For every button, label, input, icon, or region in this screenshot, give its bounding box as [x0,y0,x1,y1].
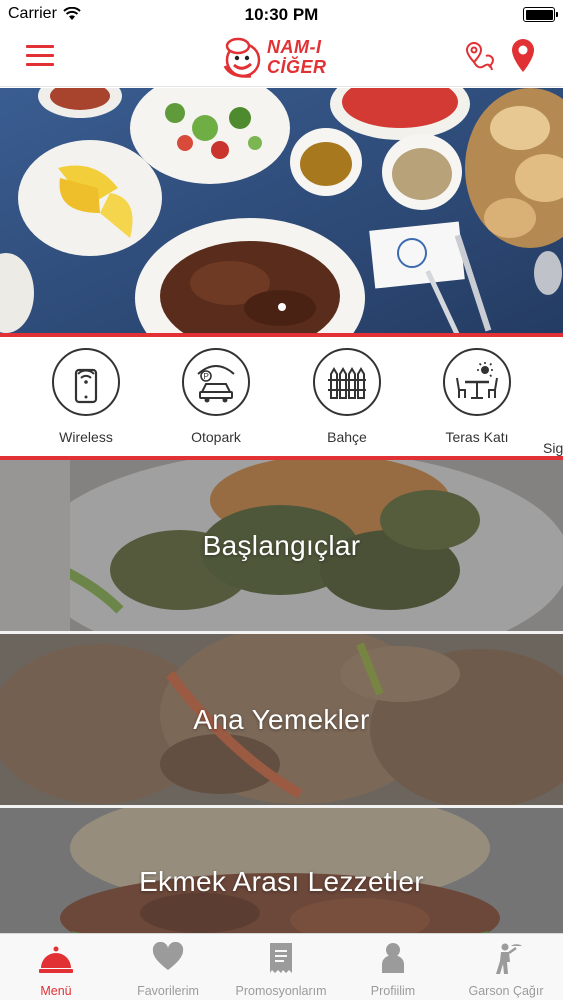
amenity-label: Sig [543,440,563,456]
amenity-terrace: Teras Katı [412,348,542,445]
route-location-icon[interactable] [464,40,496,76]
amenity-label: Teras Katı [445,429,509,445]
hamburger-menu-icon[interactable] [26,44,56,66]
hero-food-image [0,88,563,333]
tab-profile[interactable]: Profiilim [337,934,449,1000]
amenity-wireless: Wireless [21,348,151,445]
brand-logo: NAM-I CİĞER [221,34,343,82]
brand-line-1: NAM-I [267,37,322,57]
amenity-label: Otopark [191,429,241,445]
amenity-garden: Bahçe [282,348,412,445]
chef-mascot-icon [223,37,261,78]
category-title: Ekmek Arası Lezzetler [139,866,424,897]
tab-promotions[interactable]: Promosyonlarım [225,934,337,1000]
category-card-baslangiclar[interactable]: Başlangıçlar [0,460,563,631]
amenity-partial: Sig [543,348,563,456]
amenity-label: Bahçe [327,429,367,445]
hero-slider[interactable] [0,88,563,333]
category-title: Ana Yemekler [193,703,370,735]
tab-menu[interactable]: Menü [0,934,112,1000]
svg-text:P: P [204,372,209,381]
status-time: 10:30 PM [244,5,319,24]
garden-fence-icon [313,348,381,416]
battery-icon [523,7,558,22]
amenity-parking: P Otopark [151,348,281,445]
heart-icon [152,942,184,970]
tab-label: Profiilim [370,984,416,998]
slider-dots [0,303,563,311]
receipt-icon [270,943,292,973]
tab-label: Menü [40,984,72,998]
status-bar: Carrier 10:30 PM [0,0,563,30]
amenity-label: Wireless [59,429,113,445]
brand-text: NAM-I CİĞER [267,37,327,77]
slider-dot[interactable] [277,303,286,311]
app-header: NAM-I CİĞER [0,30,563,87]
map-pin-icon[interactable] [510,38,536,74]
tab-label: Promosyonlarım [235,984,327,998]
tab-call-waiter[interactable]: Garson Çağır [450,934,562,1000]
category-title: Başlangıçlar [202,529,361,561]
person-icon [382,943,404,973]
wireless-phone-icon [52,348,120,416]
bottom-tab-bar: Menü Favorilerim Promosyonlarım Profiili… [0,933,563,1000]
category-card-ana-yemekler[interactable]: Ana Yemekler [0,634,563,805]
amenities-strip[interactable]: Wireless P Otopark Bahçe Teras Katı Sig [0,337,563,456]
tab-label: Garson Çağır [468,984,544,998]
waiter-icon [496,943,522,974]
tab-label: Favorilerim [137,984,199,998]
brand-line-2: CİĞER [267,57,327,77]
tab-favorites[interactable]: Favorilerim [112,934,224,1000]
cloche-icon [39,946,73,973]
terrace-table-icon [443,348,511,416]
parking-car-icon: P [182,348,250,416]
